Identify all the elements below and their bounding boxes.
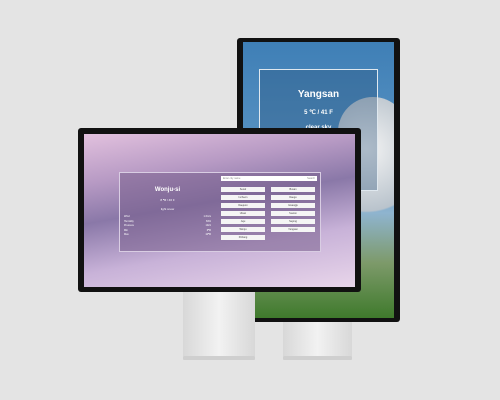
detail-row: Pressure 1021 [120,224,215,227]
back-stand-foot [283,356,352,360]
front-stand-foot [183,356,255,360]
current-weather: Wonju-si 8 ℃ / 46 F light snow Wind 1.6m/… [120,173,215,251]
front-monitor: Wonju-si 8 ℃ / 46 F light snow Wind 1.6m/… [78,128,361,292]
city-button[interactable]: Yangsan [271,227,315,232]
front-monitor-screen: Wonju-si 8 ℃ / 46 F light snow Wind 1.6m/… [84,134,355,287]
detail-value: 1.6m/s [203,215,211,218]
city-button[interactable]: Ulsan [221,211,265,216]
city-button[interactable]: Daejeon [221,203,265,208]
temperature: 8 ℃ / 46 F [160,198,175,202]
detail-label: Wind [124,215,130,218]
condition: light snow [160,207,175,211]
back-stand [283,322,352,356]
detail-row: Max 10℃ [120,233,215,236]
city-button[interactable]: Daegu [271,195,315,200]
detail-label: Humidity [124,219,134,223]
front-stand [183,292,255,356]
city-button[interactable]: Pohang [221,235,265,240]
detail-value: 10℃ [205,233,211,236]
detail-label: Min [124,228,129,232]
detail-value: 84% [205,219,211,223]
city-name: Wonju-si [154,187,181,193]
detail-label: Pressure [124,224,135,227]
detail-label: Max [124,233,129,236]
detail-row: Wind 1.6m/s [120,215,215,218]
city-name: Yangsan [297,89,340,100]
city-button[interactable]: Gwangju [271,203,315,208]
temperature: 5 ℃ / 41 F [304,110,333,116]
city-button[interactable]: Jeju [221,219,265,224]
city-button[interactable]: Wonju [221,227,265,232]
search-button[interactable]: Search [307,177,315,180]
weather-panel: Wonju-si 8 ℃ / 46 F light snow Wind 1.6m/… [119,172,321,252]
search-placeholder: Enter city name [223,177,241,180]
detail-row: Min 6℃ [120,229,215,232]
city-button[interactable]: Suwon [271,211,315,216]
detail-value: 1021 [205,224,211,227]
detail-row: Humidity 84% [120,220,215,223]
city-button[interactable]: Incheon [221,195,265,200]
search-input[interactable]: Enter city name Search [221,176,317,181]
city-button[interactable]: Seoul [221,187,265,192]
city-button[interactable]: Sejong [271,219,315,224]
city-button[interactable]: Busan [271,187,315,192]
detail-value: 6℃ [206,228,211,232]
